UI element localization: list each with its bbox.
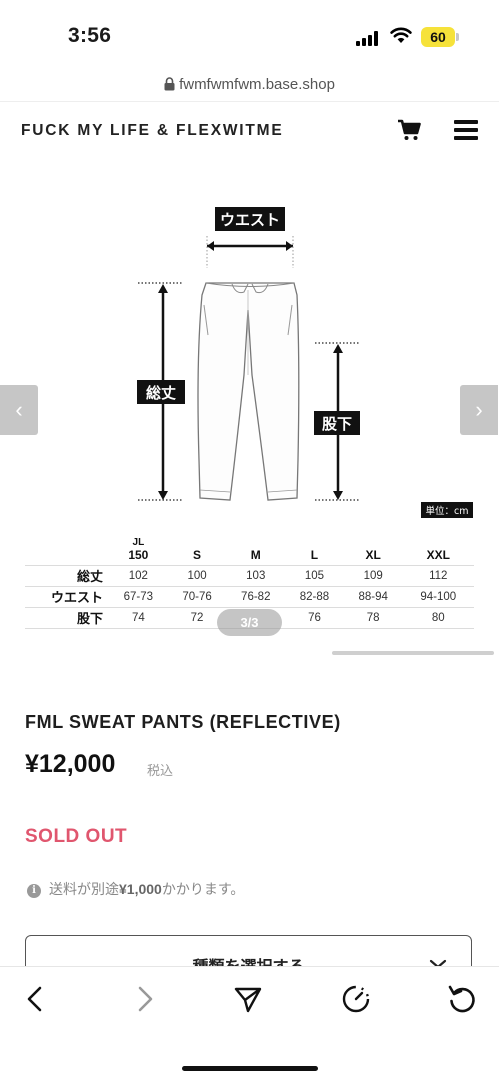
size-diagram: ウエスト 総丈 股下 単位：cm [137, 207, 473, 518]
table-cell: 94-100 [402, 585, 474, 607]
size-column-header: L [310, 547, 319, 562]
status-time: 3:56 [68, 24, 112, 47]
site-title[interactable]: FUCK MY LIFE & FLEXWITME [21, 122, 284, 140]
size-column-header: JL 150 [128, 536, 149, 562]
battery-indicator: 60 [421, 27, 455, 47]
share-icon[interactable] [232, 983, 264, 1015]
reload-icon[interactable] [446, 983, 478, 1015]
tax-label: 税込 [147, 763, 174, 778]
table-cell: 80 [402, 606, 474, 629]
table-cell: 82-88 [285, 585, 344, 607]
size-column-header: XXL [426, 547, 450, 562]
carousel-prev-button[interactable]: ‹ [0, 385, 38, 435]
row-label: ウエスト [25, 585, 109, 607]
table-cell: 78 [343, 606, 403, 629]
table-cell: 70-76 [167, 585, 227, 607]
size-column-header: XL [365, 547, 381, 562]
battery-tip [456, 33, 459, 41]
shipping-amount: ¥1,000 [119, 881, 162, 897]
table-cell: 74 [109, 606, 168, 629]
hamburger-menu-icon[interactable] [454, 120, 478, 140]
product-name: FML SWEAT PANTS (REFLECTIVE) [25, 712, 341, 732]
cellular-signal-icon [356, 30, 382, 46]
table-cell: 103 [226, 564, 286, 586]
table-row: ウエスト 67-73 70-76 76-82 82-88 88-94 94-10… [25, 585, 474, 607]
speed-dial-icon[interactable] [340, 983, 372, 1015]
size-column-header: M [250, 547, 261, 562]
carousel-next-button[interactable]: › [460, 385, 498, 435]
lock-icon [164, 77, 175, 91]
table-cell: 102 [109, 564, 168, 586]
info-icon: i [27, 884, 41, 898]
unit-label: 単位：cm [426, 505, 469, 517]
url-bar[interactable]: fwmfwmfwm.base.shop [0, 76, 499, 98]
table-cell: 112 [402, 564, 474, 586]
waist-label: ウエスト [220, 211, 280, 229]
inseam-label: 股下 [322, 415, 352, 433]
back-icon[interactable] [20, 983, 52, 1015]
cart-icon[interactable] [397, 119, 421, 141]
forward-icon[interactable] [128, 983, 160, 1015]
shipping-note: i 送料が別途¥1,000かかります。 [27, 879, 244, 899]
table-cell: 76-82 [226, 585, 286, 607]
url-text: fwmfwmfwm.base.shop [179, 76, 335, 93]
product-image-carousel[interactable]: ウエスト 総丈 股下 単位：cm ‹ › JL 150 S M L XL XXL… [0, 160, 499, 670]
size-table-header: JL 150 S M L XL XXL [25, 535, 474, 565]
table-row: 総丈 102 100 103 105 109 112 [25, 564, 474, 586]
table-cell: 67-73 [109, 585, 168, 607]
carousel-page-indicator: 3/3 [217, 609, 282, 636]
table-cell: 109 [343, 564, 403, 586]
status-bar: 3:56 60 [0, 0, 499, 70]
row-label: 股下 [25, 606, 109, 629]
table-cell: 100 [167, 564, 227, 586]
size-column-header: S [193, 547, 202, 562]
total-length-label: 総丈 [146, 384, 176, 402]
sold-out-status: SOLD OUT [25, 826, 128, 847]
divider [0, 101, 499, 102]
table-cell: 105 [285, 564, 344, 586]
carousel-scroll-indicator [332, 651, 494, 655]
table-cell: 88-94 [343, 585, 403, 607]
product-price: ¥12,000 [25, 750, 116, 778]
home-indicator [182, 1066, 318, 1071]
table-cell: 76 [285, 606, 344, 629]
browser-toolbar [0, 966, 499, 1080]
row-label: 総丈 [25, 564, 109, 586]
wifi-icon [390, 27, 412, 43]
